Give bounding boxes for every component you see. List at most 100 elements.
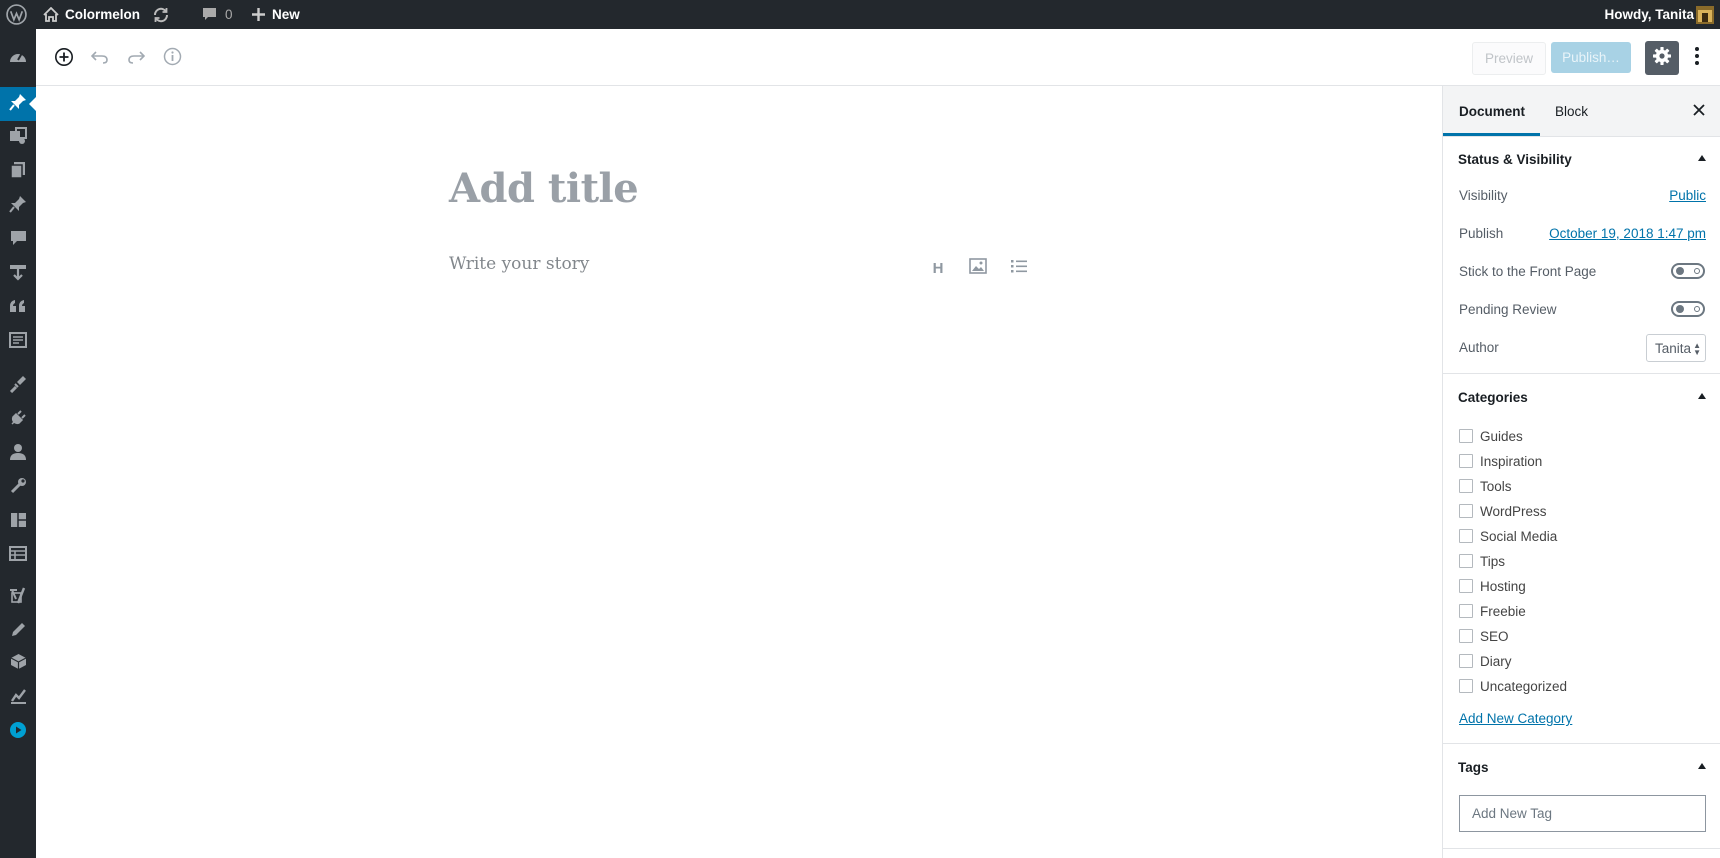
new-content-link[interactable]: New — [252, 0, 300, 29]
stats-icon — [10, 688, 27, 709]
redo-icon — [127, 49, 146, 70]
tags-panel-toggle[interactable]: Tags — [1442, 744, 1720, 790]
preview-button[interactable]: Preview — [1472, 42, 1546, 75]
category-checkbox[interactable] — [1459, 504, 1473, 518]
author-select[interactable]: Tanita ▲ ▼ — [1646, 334, 1706, 362]
category-item[interactable]: Tips — [1459, 552, 1505, 570]
close-sidebar-button[interactable] — [1693, 86, 1705, 136]
category-checkbox[interactable] — [1459, 479, 1473, 493]
category-checkbox[interactable] — [1459, 454, 1473, 468]
publish-button[interactable]: Publish… — [1551, 42, 1631, 73]
site-home-link[interactable]: Colormelon — [43, 0, 140, 29]
menu-testimonials[interactable] — [0, 291, 36, 325]
menu-appearance[interactable] — [0, 369, 36, 403]
category-item[interactable]: Inspiration — [1459, 452, 1542, 470]
category-checkbox[interactable] — [1459, 604, 1473, 618]
category-item[interactable]: Uncategorized — [1459, 677, 1567, 695]
tags-input[interactable]: Add New Tag — [1459, 795, 1706, 832]
menu-pages[interactable] — [0, 155, 36, 189]
more-menu-button[interactable] — [1690, 44, 1704, 72]
menu-tools[interactable] — [0, 471, 36, 505]
menu-media[interactable] — [0, 121, 36, 155]
wordpress-logo-icon[interactable] — [6, 0, 27, 29]
dashboard-icon — [8, 48, 28, 69]
tools-icon — [10, 477, 27, 499]
add-block-icon — [54, 47, 74, 72]
menu-box[interactable] — [0, 647, 36, 681]
insert-list-button[interactable] — [1008, 257, 1030, 279]
edit-icon — [10, 622, 26, 643]
menu-layouts[interactable] — [0, 505, 36, 539]
menu-play[interactable] — [0, 715, 36, 749]
menu-tables[interactable] — [0, 539, 36, 573]
settings-button[interactable] — [1645, 41, 1679, 75]
menu-users[interactable] — [0, 437, 36, 471]
menu-plugins[interactable] — [0, 403, 36, 437]
menu-edit[interactable] — [0, 615, 36, 649]
select-arrows-icon: ▲ ▼ — [1693, 341, 1701, 357]
category-checkbox[interactable] — [1459, 554, 1473, 568]
post-title-input[interactable]: Add title — [449, 165, 639, 212]
redo-button[interactable] — [124, 47, 148, 71]
portfolio-icon — [9, 195, 27, 218]
avatar[interactable] — [1696, 0, 1714, 29]
category-item[interactable]: SEO — [1459, 627, 1509, 645]
menu-portfolio[interactable] — [0, 189, 36, 223]
status-visibility-panel-toggle[interactable]: Status & Visibility — [1442, 136, 1720, 182]
tab-block[interactable]: Block — [1555, 86, 1588, 136]
posts-icon — [9, 93, 27, 116]
category-checkbox[interactable] — [1459, 529, 1473, 543]
content-info-button[interactable] — [160, 47, 184, 71]
close-icon — [1693, 103, 1705, 119]
play-icon — [10, 721, 26, 743]
category-checkbox[interactable] — [1459, 654, 1473, 668]
category-item[interactable]: Tools — [1459, 477, 1512, 495]
add-block-button[interactable] — [52, 47, 76, 71]
category-checkbox[interactable] — [1459, 629, 1473, 643]
pending-review-toggle[interactable] — [1671, 301, 1705, 317]
category-item[interactable]: WordPress — [1459, 502, 1547, 520]
tab-document[interactable]: Document — [1443, 86, 1540, 136]
menu-stats[interactable] — [0, 681, 36, 715]
menu-yoast[interactable] — [0, 581, 36, 615]
category-checkbox[interactable] — [1459, 429, 1473, 443]
comments-icon — [10, 230, 27, 251]
menu-forms[interactable] — [0, 325, 36, 359]
category-item[interactable]: Freebie — [1459, 602, 1526, 620]
new-label: New — [272, 7, 300, 22]
heading-icon: H — [932, 259, 944, 277]
category-item[interactable]: Diary — [1459, 652, 1512, 670]
greeting-text: Howdy, Tanita — [1604, 7, 1694, 22]
menu-downloads[interactable] — [0, 257, 36, 291]
updates-icon[interactable] — [152, 0, 170, 29]
visibility-toggle[interactable]: Public — [1669, 188, 1706, 203]
category-label: Diary — [1480, 653, 1512, 669]
menu-comments[interactable] — [0, 223, 36, 257]
insert-heading-button[interactable]: H — [927, 257, 949, 279]
sticky-toggle[interactable] — [1671, 263, 1705, 279]
categories-panel-toggle[interactable]: Categories — [1442, 374, 1720, 420]
plus-icon — [252, 8, 265, 21]
comments-link[interactable]: 0 — [202, 0, 233, 29]
category-item[interactable]: Hosting — [1459, 577, 1526, 595]
category-label: WordPress — [1480, 503, 1547, 519]
menu-dashboard[interactable] — [0, 41, 36, 75]
home-icon — [43, 7, 59, 22]
insert-image-button[interactable] — [967, 257, 989, 279]
category-label: Tips — [1480, 553, 1506, 569]
menu-posts[interactable] — [0, 87, 36, 121]
comments-count: 0 — [225, 7, 233, 22]
media-icon — [9, 126, 27, 150]
add-new-category-link[interactable]: Add New Category — [1459, 711, 1572, 726]
default-block-placeholder[interactable]: Write your story — [449, 254, 589, 274]
list-icon — [1011, 259, 1027, 278]
undo-button[interactable] — [88, 47, 112, 71]
category-checkbox[interactable] — [1459, 579, 1473, 593]
gear-icon — [1652, 46, 1672, 71]
publish-date-toggle[interactable]: October 19, 2018 1:47 pm — [1549, 226, 1706, 241]
account-greeting[interactable]: Howdy, Tanita — [1604, 0, 1694, 29]
category-item[interactable]: Social Media — [1459, 527, 1557, 545]
category-item[interactable]: Guides — [1459, 427, 1523, 445]
site-name: Colormelon — [65, 7, 141, 22]
category-checkbox[interactable] — [1459, 679, 1473, 693]
